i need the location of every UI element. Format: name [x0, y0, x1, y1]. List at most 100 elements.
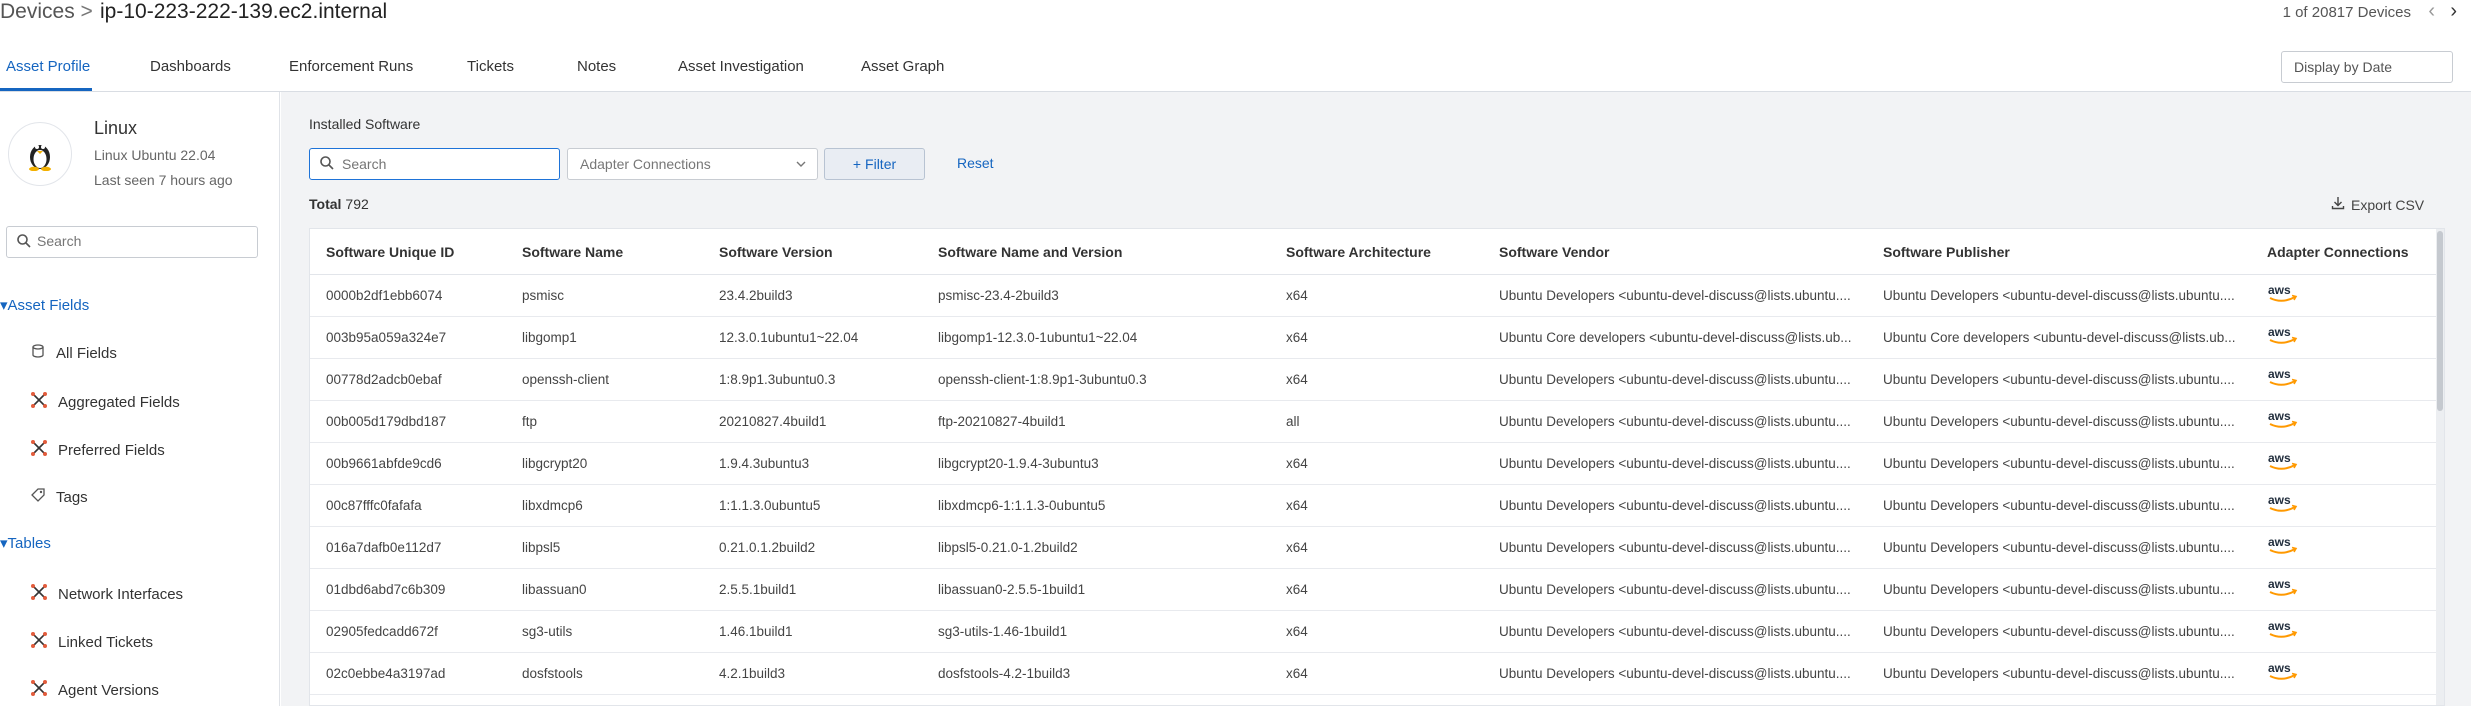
installed-software-panel: Installed Software Adapter Connections +…: [281, 92, 2471, 706]
table-cell: x64: [1286, 582, 1308, 597]
section-tables[interactable]: ▾Tables: [0, 534, 51, 552]
filter-button-label: Filter: [865, 156, 897, 172]
reset-button[interactable]: Reset: [957, 155, 994, 171]
table-cell: Ubuntu Developers <ubuntu-devel-discuss@…: [1883, 288, 2235, 303]
table-cell: 1:8.9p1.3ubuntu0.3: [719, 372, 836, 387]
tab-tickets[interactable]: Tickets: [467, 58, 514, 75]
svg-text:aws: aws: [2268, 409, 2291, 423]
sidebar-item-tags[interactable]: Tags: [30, 487, 88, 507]
table-cell: Ubuntu Core developers <ubuntu-devel-dis…: [1883, 330, 2236, 345]
table-cell: x64: [1286, 372, 1308, 387]
filter-button[interactable]: + Filter: [824, 148, 925, 180]
table-cell: Ubuntu Developers <ubuntu-devel-discuss@…: [1499, 582, 1851, 597]
tab-dashboards[interactable]: Dashboards: [150, 58, 231, 75]
column-header[interactable]: Software Unique ID: [326, 244, 454, 260]
table-row[interactable]: 02905fedcadd672f sg3-utils 1.46.1build1 sg3…: [310, 611, 2444, 653]
table-row[interactable]: 003b95a059a324e7 libgomp1 12.3.0.1ubuntu1~…: [310, 317, 2444, 359]
adapter-select-value: Adapter Connections: [580, 156, 711, 172]
sidebar-item-all-fields[interactable]: All Fields: [30, 343, 117, 363]
total-label: Total: [309, 196, 342, 212]
table-row[interactable]: 02c0ebbe4a3197ad dosfstools 4.2.1build3 dos…: [310, 653, 2444, 695]
tab-bar: Asset Profile Dashboards Enforcement Run…: [0, 40, 2471, 92]
table-cell: openssh-client: [522, 372, 610, 387]
chevron-right-icon[interactable]: ›: [2450, 0, 2457, 23]
table-cell: libgcrypt20-1.9.4-3ubuntu3: [938, 456, 1099, 471]
scrollbar-thumb[interactable]: [2437, 231, 2443, 411]
table-cell: Ubuntu Developers <ubuntu-devel-discuss@…: [1883, 456, 2235, 471]
table-row[interactable]: 00c87fffc0fafafa libxdmcp6 1:1.1.3.0ubuntu…: [310, 485, 2444, 527]
aws-icon: aws: [2267, 493, 2299, 520]
sidebar-item-label: Agent Versions: [58, 681, 159, 699]
column-header[interactable]: Software Name and Version: [938, 244, 1122, 260]
table-cell: Ubuntu Developers <ubuntu-devel-discuss@…: [1499, 288, 1851, 303]
adapters-icon: [30, 631, 48, 653]
table-cell: psmisc-23.4-2build3: [938, 288, 1059, 303]
table-row[interactable]: 0000b2df1ebb6074 psmisc 23.4.2build3 psmisc…: [310, 275, 2444, 317]
table-cell: openssh-client-1:8.9p1-3ubuntu0.3: [938, 372, 1147, 387]
sidebar-item-label: Network Interfaces: [58, 585, 184, 603]
tab-asset-graph[interactable]: Asset Graph: [861, 58, 944, 75]
adapters-icon: [30, 679, 48, 701]
table-cell: 1.46.1build1: [719, 624, 793, 639]
active-tab-indicator: [0, 88, 92, 91]
breadcrumb-devices-link[interactable]: Devices: [0, 0, 75, 23]
os-version: Linux Ubuntu 22.04: [94, 147, 216, 163]
adapter-connections-select[interactable]: Adapter Connections: [567, 148, 818, 180]
tab-enforcement-runs[interactable]: Enforcement Runs: [289, 58, 413, 75]
vertical-scrollbar[interactable]: [2436, 229, 2444, 705]
table-cell: x64: [1286, 540, 1308, 555]
table-cell: 0.21.0.1.2build2: [719, 540, 816, 555]
sidebar-item-preferred-fields[interactable]: Preferred Fields: [30, 439, 165, 461]
table-cell: Ubuntu Developers <ubuntu-devel-discuss@…: [1499, 540, 1851, 555]
table-cell: all: [1286, 414, 1300, 429]
column-header[interactable]: Software Vendor: [1499, 244, 1609, 260]
aws-icon: aws: [2267, 283, 2299, 310]
software-search-input[interactable]: [342, 156, 542, 172]
aws-icon: aws: [2267, 409, 2299, 436]
table-cell: psmisc: [522, 288, 565, 303]
adapters-icon: [30, 391, 48, 413]
table-cell: libpsl5: [522, 540, 561, 555]
column-header[interactable]: Software Publisher: [1883, 244, 2010, 260]
tab-notes[interactable]: Notes: [577, 58, 616, 75]
table-cell: libgomp1: [522, 330, 577, 345]
tab-asset-investigation[interactable]: Asset Investigation: [678, 58, 804, 75]
svg-text:aws: aws: [2268, 661, 2291, 675]
table-cell: 20210827.4build1: [719, 414, 827, 429]
table-row[interactable]: 00778d2adcb0ebaf openssh-client 1:8.9p1.3u…: [310, 359, 2444, 401]
sidebar-item-label: Preferred Fields: [58, 441, 165, 459]
table-cell: 00b005d179dbd187: [326, 414, 447, 429]
column-header[interactable]: Software Version: [719, 244, 833, 260]
table-cell: Ubuntu Core developers <ubuntu-devel-dis…: [1499, 330, 1852, 345]
sidebar-item-network-interfaces[interactable]: Network Interfaces: [30, 583, 183, 605]
table-cell: 4.2.1build3: [719, 666, 786, 681]
column-header[interactable]: Adapter Connections: [2267, 244, 2409, 260]
table-row[interactable]: 01dbd6abd7c6b309 libassuan0 2.5.5.1build1 l…: [310, 569, 2444, 611]
table-cell: Ubuntu Developers <ubuntu-devel-discuss@…: [1883, 540, 2235, 555]
table-cell: ftp-20210827-4build1: [938, 414, 1066, 429]
table-row[interactable]: 00b9661abfde9cd6 libgcrypt20 1.9.4.3ubuntu…: [310, 443, 2444, 485]
sidebar-item-label: Tags: [56, 488, 88, 506]
tab-asset-profile[interactable]: Asset Profile: [6, 58, 90, 75]
table-row[interactable]: 00b005d179dbd187 ftp 20210827.4build1 ftp-2…: [310, 401, 2444, 443]
sidebar-item-aggregated-fields[interactable]: Aggregated Fields: [30, 391, 180, 413]
column-header[interactable]: Software Architecture: [1286, 244, 1431, 260]
table-row[interactable]: 016a7dafb0e112d7 libpsl5 0.21.0.1.2build2 l…: [310, 527, 2444, 569]
table-cell: dosfstools-4.2-1build3: [938, 666, 1071, 681]
table-cell: Ubuntu Developers <ubuntu-devel-discuss@…: [1883, 582, 2235, 597]
table-cell: 12.3.0.1ubuntu1~22.04: [719, 330, 859, 345]
export-csv-button[interactable]: Export CSV: [2331, 196, 2424, 213]
display-by-date-button[interactable]: Display by Date: [2281, 51, 2453, 83]
table-cell: Ubuntu Developers <ubuntu-devel-discuss@…: [1499, 498, 1851, 513]
section-tables-title: Tables: [7, 535, 51, 552]
sidebar-item-linked-tickets[interactable]: Linked Tickets: [30, 631, 153, 653]
table-cell: 2.5.5.1build1: [719, 582, 797, 597]
table-cell: libxdmcp6-1:1.1.3-0ubuntu5: [938, 498, 1106, 513]
svg-text:aws: aws: [2268, 535, 2291, 549]
table-cell: x64: [1286, 666, 1308, 681]
column-header[interactable]: Software Name: [522, 244, 623, 260]
section-asset-fields[interactable]: ▾Asset Fields: [0, 296, 89, 314]
chevron-left-icon[interactable]: ‹: [2428, 0, 2435, 23]
sidebar-search-input[interactable]: [37, 233, 247, 249]
sidebar-item-agent-versions[interactable]: Agent Versions: [30, 679, 159, 701]
